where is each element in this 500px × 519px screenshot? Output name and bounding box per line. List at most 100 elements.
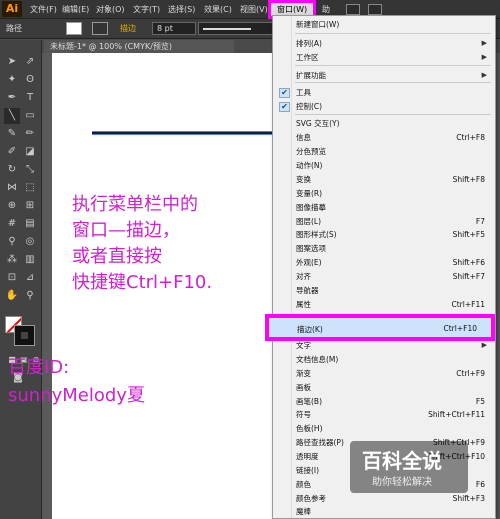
hand-tool-icon[interactable]: ✋ xyxy=(4,288,20,304)
fill-color-swatch[interactable] xyxy=(66,22,82,35)
menu-item-label: 画板 xyxy=(296,383,311,392)
menu-item[interactable]: ✔ 控制(C) xyxy=(273,100,495,114)
menu-item[interactable]: 工作区 ▶ xyxy=(273,51,495,65)
menu-item[interactable]: 文档信息(M) xyxy=(273,353,495,367)
menu-view[interactable]: 视图(V) xyxy=(240,3,268,16)
menu-item[interactable]: 符号 Shift+Ctrl+F11 xyxy=(273,408,495,422)
menu-item-label: 扩展功能 xyxy=(296,71,326,80)
menu-file[interactable]: 文件(F) xyxy=(30,3,57,16)
menu-item[interactable]: 分色预览 xyxy=(273,145,495,159)
menu-select[interactable]: 选择(S) xyxy=(168,3,195,16)
gradient-tool-icon[interactable]: ▤ xyxy=(22,216,38,232)
menu-item[interactable]: 变量(R) xyxy=(273,187,495,201)
menu-item[interactable]: SVG 交互(Y) xyxy=(273,117,495,131)
perspective-grid-icon[interactable]: ⊞ xyxy=(22,198,38,214)
stroke-panel-link[interactable]: 描边 xyxy=(120,23,136,34)
free-transform-icon[interactable]: ⬚ xyxy=(22,180,38,196)
menu-item[interactable]: 扩展功能 ▶ xyxy=(273,69,495,83)
instruction-line: 执行菜单栏中的 xyxy=(72,194,198,215)
width-tool-icon[interactable]: ⋈ xyxy=(4,180,20,196)
menu-item[interactable]: 图像描摹 xyxy=(273,201,495,215)
menu-item[interactable]: 对齐 Shift+F7 xyxy=(273,270,495,284)
pencil-icon[interactable]: ✏ xyxy=(22,126,38,142)
pen-tool-icon[interactable]: ✒ xyxy=(4,90,20,106)
blend-tool-icon[interactable]: ◎ xyxy=(22,234,38,250)
menu-item[interactable]: 信息 Ctrl+F8 xyxy=(273,131,495,145)
menu-item-label: 链接(I) xyxy=(296,466,320,475)
selected-line-path[interactable] xyxy=(92,131,274,135)
magic-wand-icon[interactable]: ✦ xyxy=(4,72,20,88)
menu-item-label: 文档信息(M) xyxy=(296,355,339,364)
eraser-icon[interactable]: ◪ xyxy=(22,144,38,160)
menu-item-label: 变量(R) xyxy=(296,189,323,198)
stroke-weight-field[interactable]: 8 pt xyxy=(152,22,196,35)
eyedropper-icon[interactable]: ⚲ xyxy=(4,234,20,250)
type-tool-icon[interactable]: T xyxy=(22,90,38,106)
rectangle-tool-icon[interactable]: ▭ xyxy=(22,108,38,124)
tools-panel: ➤ ⇗ ✦ ʘ ✒ T ╲ ▭ ✎ ✏ ✐ ◪ ↻ ⤡ ⋈ ⬚ ⊕ ⊞ # ▤ … xyxy=(0,40,42,519)
menu-item[interactable]: 动作(N) xyxy=(273,159,495,173)
menu-item[interactable]: 魔棒 xyxy=(273,505,495,519)
menu-item[interactable]: 画笔(B) F5 xyxy=(273,395,495,409)
checkmark-icon: ✔ xyxy=(279,102,290,112)
stroke-color-swatch[interactable] xyxy=(92,22,108,35)
menu-item[interactable]: 渐变 Ctrl+F9 xyxy=(273,367,495,381)
direct-selection-icon[interactable]: ⇗ xyxy=(22,54,38,70)
menu-item[interactable]: 图案选项 xyxy=(273,242,495,256)
menu-item-label: 色板(H) xyxy=(296,424,323,433)
instruction-annotation: 执行菜单栏中的 窗口—描边， 或者直接按 快捷键Ctrl+F10. xyxy=(72,192,272,296)
menu-effect[interactable]: 效果(C) xyxy=(204,3,232,16)
blob-brush-icon[interactable]: ✐ xyxy=(4,144,20,160)
baike-watermark: 百科全说 助你轻松解决 xyxy=(350,441,468,493)
menu-type[interactable]: 文字(T) xyxy=(133,3,160,16)
menu-item[interactable]: 导航器 xyxy=(273,284,495,298)
author-label: 百度ID: xyxy=(8,357,70,378)
menu-item[interactable]: 色板(H) xyxy=(273,422,495,436)
menu-item[interactable]: 颜色参考 Shift+F3 xyxy=(273,492,495,506)
menu-item-label: 对齐 xyxy=(296,272,311,281)
rotate-tool-icon[interactable]: ↻ xyxy=(4,162,20,178)
column-graph-icon[interactable]: ▥ xyxy=(22,252,38,268)
scale-tool-icon[interactable]: ⤡ xyxy=(22,162,38,178)
menu-item[interactable]: 图形样式(S) Shift+F5 xyxy=(273,228,495,242)
zoom-tool-icon[interactable]: ⚲ xyxy=(22,288,38,304)
line-tool-icon[interactable]: ╲ xyxy=(4,108,20,124)
paintbrush-icon[interactable]: ✎ xyxy=(4,126,20,142)
menu-item-label: 外观(E) xyxy=(296,258,322,267)
bridge-icon[interactable] xyxy=(346,4,360,15)
menu-item[interactable]: 文字 ▶ xyxy=(273,339,495,353)
symbol-sprayer-icon[interactable]: ⁂ xyxy=(4,252,20,268)
menu-edit[interactable]: 编辑(E) xyxy=(62,3,89,16)
menu-item[interactable]: 属性 Ctrl+F11 xyxy=(273,298,495,312)
menu-object[interactable]: 对象(O) xyxy=(96,3,125,16)
menu-item[interactable]: 画板 xyxy=(273,381,495,395)
menu-item[interactable]: 外观(E) Shift+F6 xyxy=(273,256,495,270)
menu-item[interactable]: 新建窗口(W) xyxy=(273,18,495,32)
menu-item-label: 透明度 xyxy=(296,452,319,461)
menu-item-label: 描边(K) xyxy=(297,325,323,334)
menu-item-label: 路径查找器(P) xyxy=(296,438,344,447)
stroke-swatch-icon[interactable] xyxy=(14,325,35,346)
menu-item-shortcut: Shift+F8 xyxy=(452,175,485,184)
menu-item[interactable]: 变换 Shift+F8 xyxy=(273,173,495,187)
mesh-tool-icon[interactable]: # xyxy=(4,216,20,232)
checkmark-icon: ✔ xyxy=(279,88,290,98)
menu-item[interactable]: 图层(L) F7 xyxy=(273,215,495,229)
menu-item-label: 渐变 xyxy=(296,369,311,378)
selection-tool-icon[interactable]: ➤ xyxy=(4,54,20,70)
menu-item[interactable]: ✔ 工具 xyxy=(273,86,495,100)
menu-item[interactable]: 排列(A) ▶ xyxy=(273,37,495,51)
document-tab[interactable]: 未标题-1* @ 100% (CMYK/预览) xyxy=(44,40,234,53)
menu-item-label: 工具 xyxy=(296,88,311,97)
lasso-icon[interactable]: ʘ xyxy=(22,72,38,88)
arrange-documents-icon[interactable] xyxy=(368,4,382,15)
menu-item-shortcut: Ctrl+F11 xyxy=(451,300,486,309)
variable-width-profile-select[interactable]: 等比 xyxy=(198,22,461,45)
shape-builder-icon[interactable]: ⊕ xyxy=(4,198,20,214)
submenu-arrow-icon: ▶ xyxy=(481,53,487,61)
artboard-tool-icon[interactable]: ⊡ xyxy=(4,270,20,286)
slice-tool-icon[interactable]: ⊿ xyxy=(22,270,38,286)
menu-item-shortcut: Shift+F7 xyxy=(452,272,485,281)
menu-item-stroke-highlight[interactable]: 描边(K) Ctrl+F10 xyxy=(265,314,495,341)
menu-item-label: 新建窗口(W) xyxy=(296,19,340,29)
